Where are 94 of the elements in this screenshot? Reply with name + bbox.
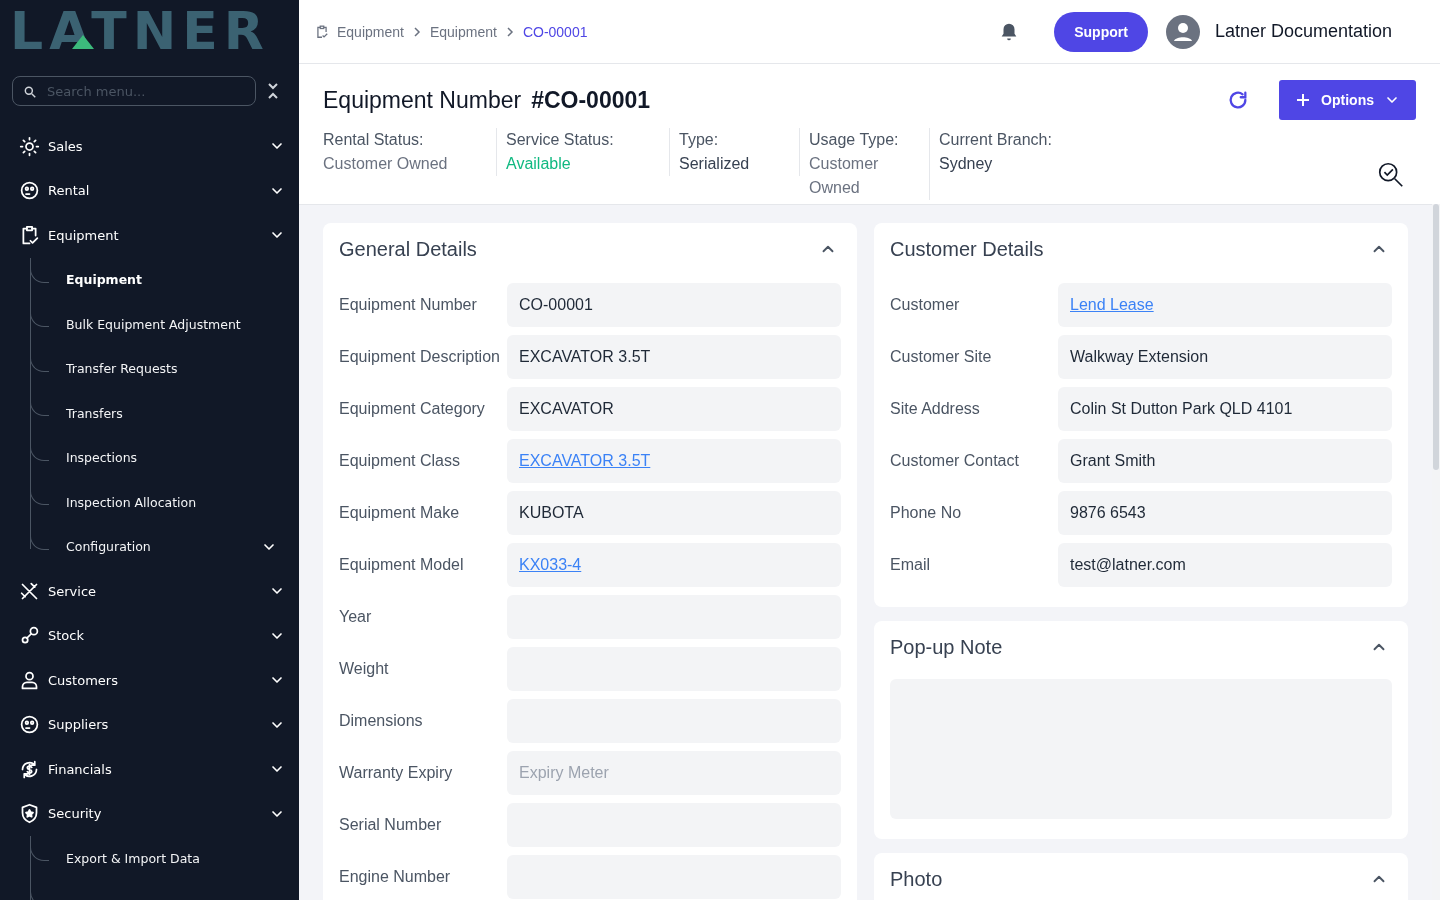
field-label: Customer Contact: [890, 452, 1020, 470]
status-label: Current Branch:: [939, 131, 1052, 148]
field-label: Equipment Class: [339, 452, 461, 470]
field-value: test@latner.com: [1070, 556, 1186, 574]
avatar-icon[interactable]: [1165, 14, 1200, 49]
submenu-item[interactable]: Transfer Requests: [66, 361, 277, 377]
status-value: Sydney: [939, 154, 994, 174]
field-label: Engine Number: [339, 868, 452, 886]
field-label: Dimensions: [339, 712, 424, 730]
tools-icon: [19, 580, 40, 602]
input-field[interactable]: Colin St Dutton Park QLD 4101: [1058, 387, 1392, 431]
shield-icon: [19, 803, 40, 825]
sidebar-item[interactable]: Customers: [0, 658, 299, 703]
status-value: Serialized: [679, 154, 751, 174]
submenu-item[interactable]: Configuration: [66, 539, 261, 555]
field-value: Grant Smith: [1070, 452, 1156, 470]
field-label: Equipment Make: [339, 504, 461, 522]
breadcrumb-link[interactable]: CO-00001: [522, 23, 588, 40]
sidebar-item[interactable]: Financials: [0, 747, 299, 792]
field-value: Colin St Dutton Park QLD 4101: [1070, 400, 1293, 418]
sidebar-item[interactable]: Security: [0, 791, 299, 836]
status-value: Customer Owned: [809, 154, 880, 198]
chevron-right-icon: [411, 26, 422, 37]
field-label: Site Address: [890, 400, 981, 418]
search-field[interactable]: Search menu...: [12, 76, 256, 106]
status-label: Service Status:: [506, 131, 614, 148]
card-title: Customer Details: [890, 237, 1045, 261]
sidebar-item[interactable]: Service: [0, 569, 299, 614]
field-value: CO-00001: [519, 296, 593, 314]
breadcrumb-link[interactable]: Equipment: [337, 23, 404, 40]
input-field[interactable]: KUBOTA: [507, 491, 841, 535]
field-value: EXCAVATOR: [519, 400, 614, 418]
face-icon: [19, 180, 40, 202]
card-title: Photo: [890, 867, 944, 891]
dollar-cycle-icon: [19, 758, 40, 780]
input-field[interactable]: test@latner.com: [1058, 543, 1392, 587]
sidebar-item[interactable]: Rental: [0, 168, 299, 213]
input-field[interactable]: EXCAVATOR: [507, 387, 841, 431]
field-label: Equipment Number: [339, 296, 478, 314]
field-label: Email: [890, 556, 931, 574]
input-field[interactable]: Walkway Extension: [1058, 335, 1392, 379]
status-label: Usage Type:: [809, 131, 899, 148]
status-label: Type:: [679, 131, 719, 148]
submenu-item[interactable]: Export & Import Data: [66, 850, 277, 866]
card-title: Pop-up Note: [890, 635, 1004, 659]
chevron-right-icon: [504, 26, 515, 37]
status-label: Rental Status:: [323, 131, 424, 148]
field-label: Year: [339, 608, 373, 626]
sidebar-item[interactable]: Equipment: [0, 213, 299, 258]
submenu-item[interactable]: Equipment: [66, 272, 277, 288]
status-value: Customer Owned: [323, 154, 449, 174]
collapse-icon[interactable]: [266, 81, 280, 101]
field-label: Equipment Description: [339, 348, 501, 366]
field-label: Equipment Model: [339, 556, 465, 574]
sun-icon: [19, 135, 40, 157]
person-icon: [19, 669, 40, 691]
options-button[interactable]: Options: [1279, 80, 1416, 120]
field-label: Weight: [339, 660, 390, 678]
field-label: Phone No: [890, 504, 963, 522]
plus-icon: [1295, 92, 1312, 108]
face-icon: [19, 714, 40, 736]
user-name[interactable]: Latner Documentation: [1214, 21, 1392, 42]
magnifier-check-icon[interactable]: [1376, 160, 1406, 190]
sidebar-item[interactable]: Sales: [0, 124, 299, 169]
clipboard-icon: [315, 24, 329, 39]
field-label: Customer Site: [890, 348, 993, 366]
field-value: 9876 6543: [1070, 504, 1146, 522]
input-field[interactable]: Grant Smith: [1058, 439, 1392, 483]
sidebar-item[interactable]: Stock: [0, 613, 299, 658]
submenu-item[interactable]: Bulk Equipment Adjustment: [66, 316, 277, 332]
submenu-item[interactable]: Transfers: [66, 405, 277, 421]
support-button[interactable]: Support: [1054, 11, 1148, 52]
field-placeholder: Expiry Meter: [519, 764, 609, 782]
field-value: Walkway Extension: [1070, 348, 1209, 366]
input-field[interactable]: EXCAVATOR 3.5T: [507, 335, 841, 379]
scrollbar-thumb[interactable]: [1433, 204, 1439, 470]
input-field[interactable]: 9876 6543: [1058, 491, 1392, 535]
sidebar-item[interactable]: Suppliers: [0, 702, 299, 747]
breadcrumb-link[interactable]: Equipment: [429, 23, 497, 40]
input-field[interactable]: CO-00001: [507, 283, 841, 327]
field-label: Serial Number: [339, 816, 443, 834]
submenu-item[interactable]: Inspections: [66, 450, 277, 466]
card-title: General Details: [339, 237, 478, 261]
field-value: EXCAVATOR 3.5T: [519, 348, 651, 366]
field-label: Warranty Expiry: [339, 764, 454, 782]
field-value: KUBOTA: [519, 504, 584, 522]
search-icon: [23, 85, 37, 99]
equipment-number: #CO-00001: [531, 86, 652, 114]
field-label: Equipment Category: [339, 400, 486, 418]
field-label: Customer: [890, 296, 961, 314]
submenu-item[interactable]: Inspection Allocation: [66, 494, 277, 510]
status-value: Available: [506, 154, 572, 174]
page-title: Equipment Number: [323, 86, 522, 114]
logo: LATNER: [10, 5, 270, 57]
